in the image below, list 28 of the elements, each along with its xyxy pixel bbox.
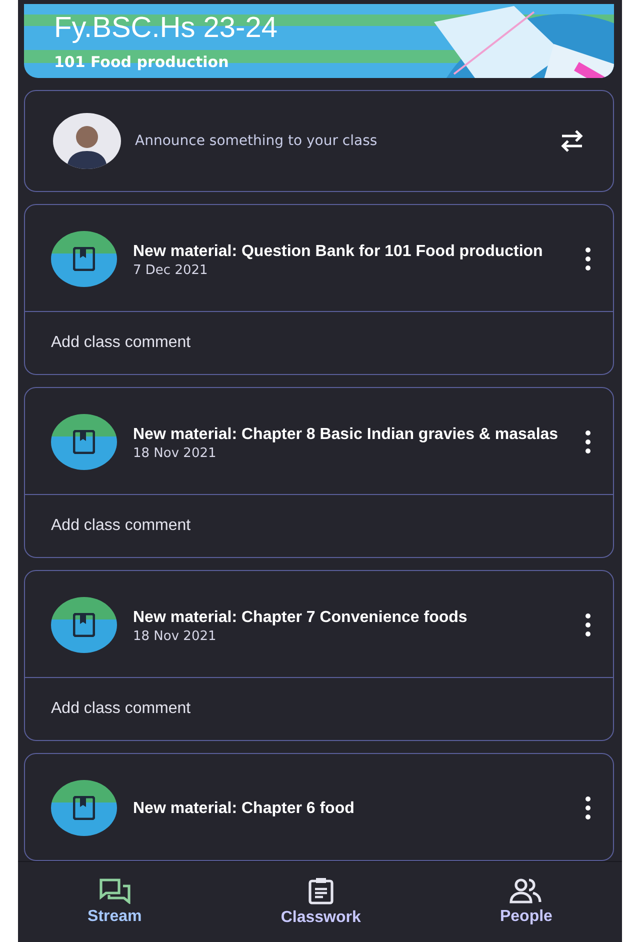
more-options-icon[interactable] [585, 613, 591, 637]
repost-icon[interactable] [559, 128, 585, 154]
post-date: 18 Nov 2021 [133, 446, 218, 461]
nav-tab[interactable]: Classwork [270, 873, 371, 931]
add-comment-button[interactable]: Add class comment [25, 312, 217, 374]
post-title: New material: Question Bank for 101 Food production [133, 242, 544, 262]
material-post-card[interactable]: New material: Chapter 8 Basic Indian gravies & masalas 18 Nov 2021 Add class comment [24, 387, 614, 558]
material-post-card[interactable]: New material: Question Bank for 101 Food production 7 Dec 2021 Add class comment [24, 204, 614, 375]
add-comment-button[interactable]: Add class comment [25, 495, 217, 557]
chat-icon [98, 878, 131, 904]
add-comment-button[interactable]: Add class comment [25, 678, 217, 740]
more-options-icon[interactable] [585, 796, 591, 820]
nav-tab[interactable]: People [490, 874, 562, 930]
post-date: 7 Dec 2021 [133, 263, 209, 278]
people-icon [509, 878, 544, 904]
post-date: 18 Nov 2021 [133, 629, 218, 644]
class-title: Fy.BSC.Hs 23-24 [54, 12, 278, 44]
material-post-card[interactable]: New material: Chapter 6 food [24, 753, 614, 861]
post-title: New material: Chapter 8 Basic Indian gravies & masalas [133, 425, 560, 445]
clipboard-icon [308, 877, 334, 905]
nav-tab[interactable]: Stream [78, 874, 152, 930]
post-title: New material: Chapter 6 food [133, 798, 356, 818]
announce-card[interactable]: Announce something to your class [24, 90, 614, 192]
material-post-card[interactable]: New material: Chapter 7 Convenience foods 18 Nov 2021 Add class comment [24, 570, 614, 741]
post-title: New material: Chapter 7 Convenience foods [133, 608, 468, 628]
announce-placeholder[interactable]: Announce something to your class [135, 133, 545, 149]
more-options-icon[interactable] [585, 247, 591, 271]
more-options-icon[interactable] [585, 430, 591, 454]
